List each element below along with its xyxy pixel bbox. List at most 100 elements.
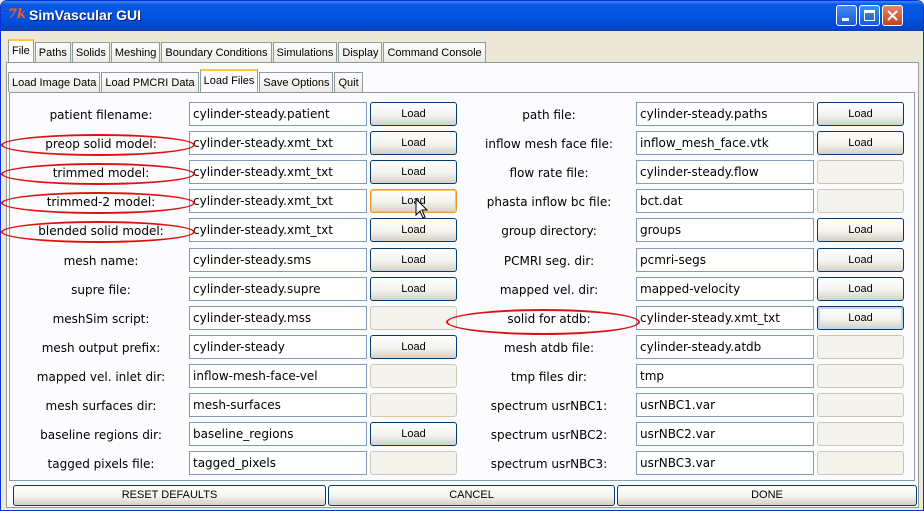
field-trimmed-2-model[interactable]: cylinder-steady.xmt_txt [189, 189, 367, 213]
disabled-button-tagged-pixels-file [370, 451, 457, 475]
field-mapped-vel-inlet-dir[interactable]: inflow-mesh-face-vel [189, 364, 367, 388]
label-preop-solid-model: preop solid model: [45, 137, 157, 151]
minimize-icon [842, 18, 849, 21]
tab-meshing[interactable]: Meshing [110, 42, 161, 62]
disabled-button-meshsim-script [370, 306, 457, 330]
label-mesh-atdb-file: mesh atdb file: [503, 341, 595, 355]
field-preop-solid-model[interactable]: cylinder-steady.xmt_txt [189, 131, 367, 155]
load-button-patient-filename[interactable]: Load [370, 102, 457, 126]
disabled-button-mapped-vel-inlet-dir [370, 364, 457, 388]
field-solid-for-atdb[interactable]: cylinder-steady.xmt_txt [636, 306, 814, 330]
tab-solids[interactable]: Solids [71, 42, 110, 62]
label-mesh-output-prefix: mesh output prefix: [41, 341, 161, 355]
label-mapped-vel-inlet-dir: mapped vel. inlet dir: [36, 370, 166, 384]
field-mesh-name[interactable]: cylinder-steady.sms [189, 248, 367, 272]
tab-simulations[interactable]: Simulations [272, 42, 338, 62]
field-pcmri-seg-dir[interactable]: pcmri-segs [636, 248, 814, 272]
label-blended-solid-model: blended solid model: [38, 224, 164, 238]
label-flow-rate-file: flow rate file: [509, 166, 589, 180]
label-tmp-files-dir: tmp files dir: [511, 370, 587, 384]
load-button-preop-solid-model[interactable]: Load [370, 131, 457, 155]
label-spectrum-usrnbc2: spectrum usrNBC2: [490, 428, 608, 442]
field-trimmed-model[interactable]: cylinder-steady.xmt_txt [189, 160, 367, 184]
main-tab-bar: File Paths Solids Meshing Boundary Condition… [8, 39, 487, 62]
label-inflow-mesh-face-file: inflow mesh face file: [485, 137, 613, 151]
load-button-group-directory[interactable]: Load [817, 218, 904, 242]
load-button-inflow-mesh-face-file[interactable]: Load [817, 131, 904, 155]
field-mesh-surfaces-dir[interactable]: mesh-surfaces [189, 393, 367, 417]
field-group-directory[interactable]: groups [636, 218, 814, 242]
maximize-icon [864, 10, 875, 21]
label-patient-filename: patient filename: [49, 108, 153, 122]
subtab-quit[interactable]: Quit [334, 72, 363, 92]
field-phasta-inflow-bc-file[interactable]: bct.dat [636, 189, 814, 213]
subtab-load-files[interactable]: Load Files [199, 69, 259, 92]
disabled-button-mesh-atdb-file [817, 335, 904, 359]
window-title: SimVascular GUI [29, 7, 142, 23]
field-supre-file[interactable]: cylinder-steady.supre [189, 277, 367, 301]
sub-tab-bar: Load Image Data Load PMCRI Data Load Files… [8, 69, 364, 92]
label-group-directory: group directory: [501, 224, 597, 238]
reset-defaults-button[interactable]: RESET DEFAULTS [13, 485, 326, 506]
label-tagged-pixels-file: tagged pixels file: [47, 457, 155, 471]
load-button-mesh-name[interactable]: Load [370, 248, 457, 272]
disabled-button-spectrum-usrnbc3 [817, 451, 904, 475]
label-mapped-vel-dir: mapped vel. dir: [499, 283, 599, 297]
field-baseline-regions-dir[interactable]: baseline_regions [189, 422, 367, 446]
load-button-supre-file[interactable]: Load [370, 277, 457, 301]
label-mesh-name: mesh name: [63, 254, 139, 268]
tab-boundary-conditions[interactable]: Boundary Conditions [161, 42, 272, 62]
label-phasta-inflow-bc-file: phasta inflow bc file: [486, 195, 612, 209]
subtab-save-options[interactable]: Save Options [259, 72, 334, 92]
label-supre-file: supre file: [71, 283, 131, 297]
label-spectrum-usrnbc3: spectrum usrNBC3: [490, 457, 608, 471]
tk-icon: 7k [8, 7, 27, 22]
label-solid-for-atdb: solid for atdb: [507, 312, 591, 326]
tab-command-console[interactable]: Command Console [383, 42, 486, 62]
field-mesh-output-prefix[interactable]: cylinder-steady [189, 335, 367, 359]
field-tagged-pixels-file[interactable]: tagged_pixels [189, 451, 367, 475]
title-bar[interactable]: 7k SimVascular GUI [1, 1, 923, 31]
load-button-path-file[interactable]: Load [817, 102, 904, 126]
app-window: 7k SimVascular GUI File Paths Solids Meshin… [0, 0, 924, 511]
load-button-trimmed-model[interactable]: Load [370, 160, 457, 184]
field-mesh-atdb-file[interactable]: cylinder-steady.atdb [636, 335, 814, 359]
load-button-pcmri-seg-dir[interactable]: Load [817, 248, 904, 272]
field-patient-filename[interactable]: cylinder-steady.patient [189, 102, 367, 126]
subtab-load-pmcri-data[interactable]: Load PMCRI Data [101, 72, 199, 92]
field-spectrum-usrnbc3[interactable]: usrNBC3.var [636, 451, 814, 475]
load-button-blended-solid-model[interactable]: Load [370, 218, 457, 242]
load-button-mesh-output-prefix[interactable]: Load [370, 335, 457, 359]
cancel-button[interactable]: CANCEL [328, 485, 615, 506]
tab-display[interactable]: Display [338, 42, 383, 62]
load-button-solid-for-atdb[interactable]: Load [817, 306, 904, 330]
mouse-pointer-icon [415, 198, 429, 219]
subtab-load-image-data[interactable]: Load Image Data [8, 72, 101, 92]
field-tmp-files-dir[interactable]: tmp [636, 364, 814, 388]
field-inflow-mesh-face-file[interactable]: inflow_mesh_face.vtk [636, 131, 814, 155]
label-baseline-regions-dir: baseline regions dir: [40, 428, 162, 442]
label-meshsim-script: meshSim script: [52, 312, 150, 326]
close-button[interactable] [882, 5, 903, 26]
field-mapped-vel-dir[interactable]: mapped-velocity [636, 277, 814, 301]
label-trimmed-model: trimmed model: [52, 166, 150, 180]
label-spectrum-usrnbc1: spectrum usrNBC1: [490, 399, 608, 413]
field-spectrum-usrnbc1[interactable]: usrNBC1.var [636, 393, 814, 417]
load-button-trimmed-2-model[interactable]: Load [370, 189, 457, 213]
disabled-button-spectrum-usrnbc1 [817, 393, 904, 417]
field-flow-rate-file[interactable]: cylinder-steady.flow [636, 160, 814, 184]
tab-paths[interactable]: Paths [34, 42, 71, 62]
field-blended-solid-model[interactable]: cylinder-steady.xmt_txt [189, 218, 367, 242]
minimize-button[interactable] [836, 5, 857, 26]
load-button-baseline-regions-dir[interactable]: Load [370, 422, 457, 446]
field-spectrum-usrnbc2[interactable]: usrNBC2.var [636, 422, 814, 446]
done-button[interactable]: DONE [617, 485, 917, 506]
disabled-button-spectrum-usrnbc2 [817, 422, 904, 446]
field-path-file[interactable]: cylinder-steady.paths [636, 102, 814, 126]
field-meshsim-script[interactable]: cylinder-steady.mss [189, 306, 367, 330]
maximize-button[interactable] [859, 5, 880, 26]
close-icon [887, 10, 898, 21]
disabled-button-flow-rate-file [817, 160, 904, 184]
load-button-mapped-vel-dir[interactable]: Load [817, 277, 904, 301]
tab-file[interactable]: File [8, 39, 34, 62]
